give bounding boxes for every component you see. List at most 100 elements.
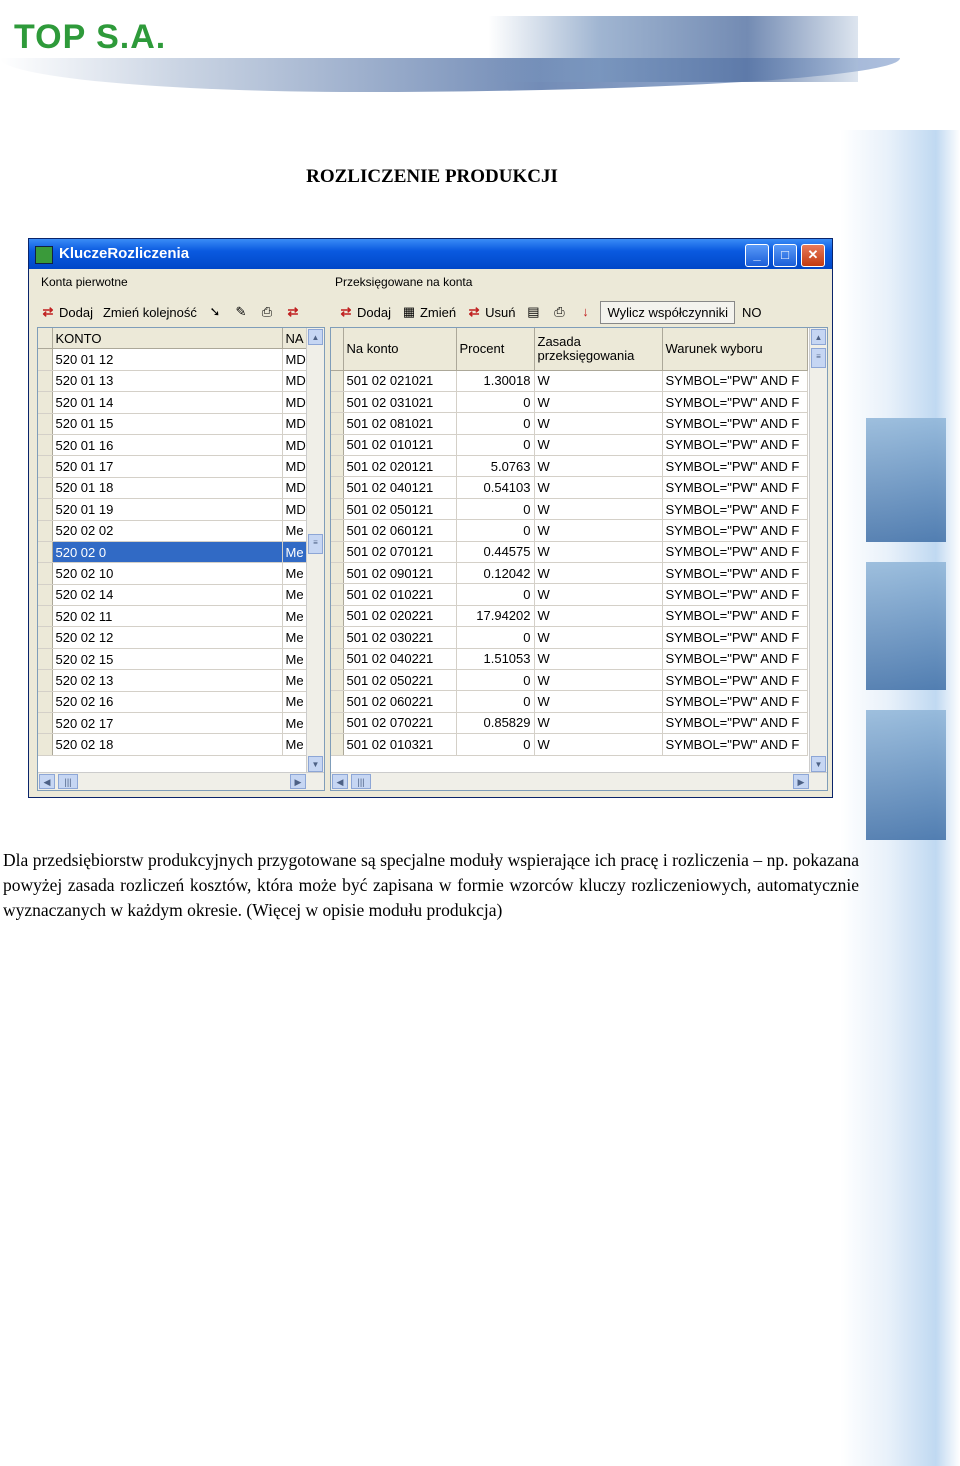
- table-row[interactable]: 520 02 0 Me: [38, 541, 308, 564]
- cell-procent[interactable]: 0: [456, 434, 535, 457]
- row-indicator[interactable]: [331, 434, 344, 457]
- cell-procent[interactable]: 0.44575: [456, 541, 535, 564]
- cell-procent[interactable]: 0: [456, 583, 535, 606]
- cell-na[interactable]: Me: [282, 691, 308, 714]
- column-header-zasada[interactable]: Zasada przeksięgowania: [534, 328, 663, 371]
- cell-konto[interactable]: 520 02 18: [52, 733, 283, 756]
- cell-warunek[interactable]: SYMBOL="PW" AND F: [662, 519, 808, 542]
- row-indicator[interactable]: [331, 498, 344, 521]
- cell-zasada[interactable]: W: [534, 519, 663, 542]
- table-row[interactable]: 520 01 17 MD: [38, 455, 308, 478]
- table-row[interactable]: 520 02 16 Me: [38, 691, 308, 714]
- scroll-left-arrow-icon[interactable]: ◀: [332, 774, 348, 789]
- row-indicator[interactable]: [331, 391, 344, 414]
- maximize-button[interactable]: □: [773, 244, 797, 267]
- column-header-na-konto[interactable]: Na konto: [343, 328, 457, 371]
- cell-na[interactable]: Me: [282, 648, 308, 671]
- cell-konto[interactable]: 520 01 18: [52, 477, 283, 500]
- pick-button[interactable]: ➘: [204, 303, 226, 321]
- cell-zasada[interactable]: W: [534, 605, 663, 628]
- cell-na-konto[interactable]: 501 02 040121: [343, 476, 457, 499]
- cell-warunek[interactable]: SYMBOL="PW" AND F: [662, 690, 808, 713]
- print-button[interactable]: ⎙: [256, 303, 278, 321]
- cell-na-konto[interactable]: 501 02 030221: [343, 626, 457, 649]
- table-row[interactable]: 520 02 15 Me: [38, 648, 308, 671]
- cell-warunek[interactable]: SYMBOL="PW" AND F: [662, 605, 808, 628]
- cell-na[interactable]: Me: [282, 733, 308, 756]
- cell-konto[interactable]: 520 02 17: [52, 712, 283, 735]
- table-row[interactable]: 520 02 02 Me: [38, 520, 308, 542]
- right-horizontal-scrollbar[interactable]: ◀ ||| ▶: [331, 772, 827, 790]
- cell-na-konto[interactable]: 501 02 010321: [343, 733, 457, 756]
- reorder-button[interactable]: Zmień kolejność: [100, 303, 200, 322]
- calculate-coefficients-button[interactable]: Wylicz współczynniki: [600, 300, 735, 324]
- cell-zasada[interactable]: W: [534, 648, 663, 670]
- cell-na[interactable]: MD: [282, 370, 308, 393]
- cell-na-konto[interactable]: 501 02 050221: [343, 669, 457, 692]
- table-row[interactable]: 520 02 14 Me: [38, 584, 308, 607]
- table-row[interactable]: 501 02 020121 5.0763 W SYMBOL="PW" AND F: [331, 455, 808, 478]
- hscroll-thumb[interactable]: |||: [58, 774, 78, 789]
- cell-konto[interactable]: 520 01 15: [52, 413, 283, 435]
- tools-button[interactable]: ✎: [230, 303, 252, 321]
- cell-konto[interactable]: 520 01 14: [52, 391, 283, 414]
- cell-konto[interactable]: 520 01 12: [52, 348, 283, 371]
- cell-na-konto[interactable]: 501 02 020221: [343, 605, 457, 628]
- scroll-thumb[interactable]: ≡: [308, 534, 323, 554]
- cell-warunek[interactable]: SYMBOL="PW" AND F: [662, 712, 808, 735]
- row-indicator[interactable]: [331, 476, 344, 499]
- row-indicator[interactable]: [331, 562, 344, 585]
- row-indicator[interactable]: [38, 520, 53, 542]
- preview-button[interactable]: ▤: [522, 303, 544, 321]
- row-indicator[interactable]: [331, 541, 344, 564]
- cell-warunek[interactable]: SYMBOL="PW" AND F: [662, 434, 808, 457]
- table-row[interactable]: 520 01 16 MD: [38, 434, 308, 457]
- cell-na[interactable]: MD: [282, 477, 308, 500]
- table-row[interactable]: 501 02 040121 0.54103 W SYMBOL="PW" AND F: [331, 476, 808, 499]
- cell-konto[interactable]: 520 01 19: [52, 498, 283, 521]
- table-row[interactable]: 520 01 13 MD: [38, 370, 308, 393]
- row-indicator[interactable]: [38, 584, 53, 607]
- cell-na[interactable]: Me: [282, 520, 308, 542]
- table-row[interactable]: 501 02 031021 0 W SYMBOL="PW" AND F: [331, 391, 808, 414]
- scroll-thumb[interactable]: ≡: [811, 348, 826, 368]
- table-row[interactable]: 501 02 040221 1.51053 W SYMBOL="PW" AND F: [331, 648, 808, 670]
- row-indicator[interactable]: [38, 498, 53, 521]
- cell-warunek[interactable]: SYMBOL="PW" AND F: [662, 391, 808, 414]
- row-indicator[interactable]: [331, 605, 344, 628]
- row-indicator[interactable]: [331, 583, 344, 606]
- row-indicator[interactable]: [331, 733, 344, 756]
- edit-button[interactable]: ▦ Zmień: [398, 303, 459, 322]
- close-button[interactable]: ✕: [801, 244, 825, 267]
- cell-warunek[interactable]: SYMBOL="PW" AND F: [662, 669, 808, 692]
- table-row[interactable]: 520 02 12 Me: [38, 626, 308, 649]
- cell-konto[interactable]: 520 02 12: [52, 626, 283, 649]
- window-titlebar[interactable]: KluczeRozliczenia _ □ ✕: [29, 239, 832, 269]
- row-indicator[interactable]: [38, 348, 53, 371]
- print-button[interactable]: ⎙: [548, 303, 570, 321]
- row-indicator[interactable]: [331, 669, 344, 692]
- cell-procent[interactable]: 0.85829: [456, 712, 535, 735]
- left-vertical-scrollbar[interactable]: ▲ ≡ ▼: [306, 328, 324, 773]
- row-indicator[interactable]: [331, 412, 344, 435]
- table-row[interactable]: 520 02 17 Me: [38, 712, 308, 735]
- cell-procent[interactable]: 17.94202: [456, 605, 535, 628]
- cell-konto[interactable]: 520 01 16: [52, 434, 283, 457]
- cell-konto[interactable]: 520 02 14: [52, 584, 283, 607]
- cell-konto[interactable]: 520 02 0: [52, 541, 283, 564]
- cell-zasada[interactable]: W: [534, 733, 663, 756]
- cell-warunek[interactable]: SYMBOL="PW" AND F: [662, 498, 808, 521]
- table-row[interactable]: 501 02 030221 0 W SYMBOL="PW" AND F: [331, 626, 808, 649]
- table-row[interactable]: 501 02 010121 0 W SYMBOL="PW" AND F: [331, 434, 808, 457]
- left-more-button[interactable]: ⇄: [282, 303, 304, 321]
- cell-konto[interactable]: 520 02 10: [52, 562, 283, 585]
- table-row[interactable]: 501 02 060121 0 W SYMBOL="PW" AND F: [331, 519, 808, 542]
- scroll-right-arrow-icon[interactable]: ▶: [290, 774, 306, 789]
- table-row[interactable]: 501 02 020221 17.94202 W SYMBOL="PW" AND F: [331, 605, 808, 628]
- cell-na[interactable]: MD: [282, 434, 308, 457]
- cell-na[interactable]: MD: [282, 348, 308, 371]
- cell-zasada[interactable]: W: [534, 541, 663, 564]
- row-indicator[interactable]: [38, 562, 53, 585]
- row-indicator[interactable]: [38, 712, 53, 735]
- cell-procent[interactable]: 0: [456, 690, 535, 713]
